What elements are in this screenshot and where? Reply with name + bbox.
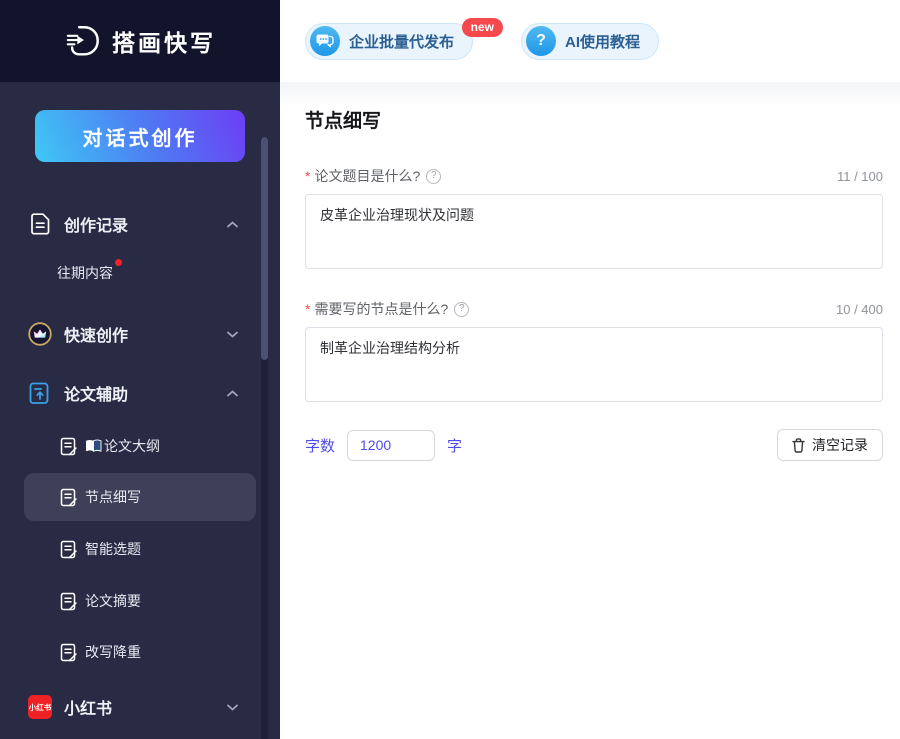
field-label: 需要写的节点是什么?: [314, 299, 448, 319]
document-pencil-icon: [60, 437, 77, 456]
sidebar-item-label: 节点细写: [85, 487, 141, 507]
batch-publish-button[interactable]: 企业批量代发布 new: [305, 23, 473, 60]
word-count-input[interactable]: [347, 430, 435, 461]
field-node-name: * 需要写的节点是什么? ? 10 / 400 制革企业治理结构分析: [305, 299, 883, 402]
new-badge: new: [462, 18, 503, 37]
sidebar-item-label: 往期内容: [57, 265, 113, 281]
main-area: 企业批量代发布 new ? AI使用教程 节点细写 * 论文题目是什么? ? 1…: [280, 0, 900, 739]
document-pencil-icon: [60, 592, 77, 611]
sidebar-item-label: 改写降重: [85, 642, 141, 662]
paper-title-textarea[interactable]: 皮革企业治理现状及问题: [305, 194, 883, 269]
sidebar-item-smart-topic[interactable]: 智能选题: [0, 531, 280, 567]
sidebar-item-creation-records[interactable]: 创作记录: [0, 202, 280, 246]
sidebar-scrollbar-thumb[interactable]: [261, 137, 268, 360]
ai-tutorial-label: AI使用教程: [565, 31, 640, 52]
sidebar-item-rewrite[interactable]: 改写降重: [0, 634, 280, 670]
document-pencil-icon: [60, 643, 77, 662]
sidebar-item-label: 创作记录: [64, 212, 128, 236]
batch-publish-label: 企业批量代发布: [349, 31, 454, 52]
logo-header: 搭画快写: [0, 0, 280, 82]
chevron-down-icon: [227, 331, 238, 338]
sidebar-item-paper-outline[interactable]: 论文大纲: [0, 428, 280, 464]
node-name-textarea[interactable]: 制革企业治理结构分析: [305, 327, 883, 402]
clear-records-button[interactable]: 清空记录: [777, 429, 883, 461]
document-pencil-icon: [60, 488, 77, 507]
clear-records-label: 清空记录: [812, 435, 868, 455]
question-circle-icon: ?: [526, 26, 556, 56]
char-counter: 11 / 100: [837, 169, 883, 184]
sidebar-item-label: 论文摘要: [85, 591, 141, 611]
book-icon: [85, 439, 102, 453]
ai-tutorial-button[interactable]: ? AI使用教程: [521, 23, 659, 60]
app-window: 搭画快写 对话式创作 创作记录 往期内容: [0, 0, 900, 739]
document-pencil-icon: [60, 540, 77, 559]
char-counter: 10 / 400: [836, 302, 883, 317]
trash-icon: [792, 438, 805, 453]
sidebar-item-label: 快速创作: [64, 322, 128, 346]
logo-wordmark: 搭画快写: [112, 24, 216, 58]
sidebar-item-quick-create[interactable]: 快速创作: [0, 312, 280, 356]
word-count-label: 字数: [305, 435, 335, 456]
top-header: 企业批量代发布 new ? AI使用教程: [280, 0, 900, 82]
page-title: 节点细写: [305, 106, 883, 133]
sidebar-item-past-content[interactable]: 往期内容: [0, 258, 280, 288]
word-count-row: 字数 字 清空记录: [305, 429, 883, 461]
word-count-unit: 字: [447, 435, 462, 456]
sidebar-item-paper-abstract[interactable]: 论文摘要: [0, 583, 280, 619]
paper-assist-icon: [28, 382, 52, 405]
required-asterisk: *: [305, 168, 310, 184]
notification-dot-icon: [115, 259, 122, 266]
sidebar-item-label: 论文辅助: [64, 381, 128, 405]
sidebar-item-label: 智能选题: [85, 539, 141, 559]
help-icon[interactable]: ?: [454, 302, 469, 317]
logo-icon: [64, 22, 102, 60]
chevron-down-icon: [227, 704, 238, 711]
sidebar-item-xiaohongshu[interactable]: 小红书 小红书: [0, 685, 280, 729]
sidebar-item-paper-assist[interactable]: 论文辅助: [0, 371, 280, 415]
sidebar: 搭画快写 对话式创作 创作记录 往期内容: [0, 0, 280, 739]
chat-bubbles-icon: [310, 26, 340, 56]
form-panel: 节点细写 * 论文题目是什么? ? 11 / 100 皮革企业治理现状及问题 *…: [280, 82, 900, 739]
sidebar-menu: 创作记录 往期内容: [0, 202, 280, 729]
sidebar-item-label: 小红书: [64, 695, 112, 719]
field-label: 论文题目是什么?: [314, 166, 420, 186]
chevron-up-icon: [227, 390, 238, 397]
sidebar-item-node-writing[interactable]: 节点细写: [24, 473, 256, 521]
dialog-create-button[interactable]: 对话式创作: [35, 110, 245, 162]
help-icon[interactable]: ?: [426, 169, 441, 184]
field-paper-title: * 论文题目是什么? ? 11 / 100 皮革企业治理现状及问题: [305, 166, 883, 269]
crown-icon: [28, 322, 52, 346]
document-icon: [28, 213, 52, 235]
required-asterisk: *: [305, 301, 310, 317]
chevron-up-icon: [227, 221, 238, 228]
sidebar-item-label: 论文大纲: [104, 436, 160, 456]
xiaohongshu-icon: 小红书: [28, 695, 52, 719]
